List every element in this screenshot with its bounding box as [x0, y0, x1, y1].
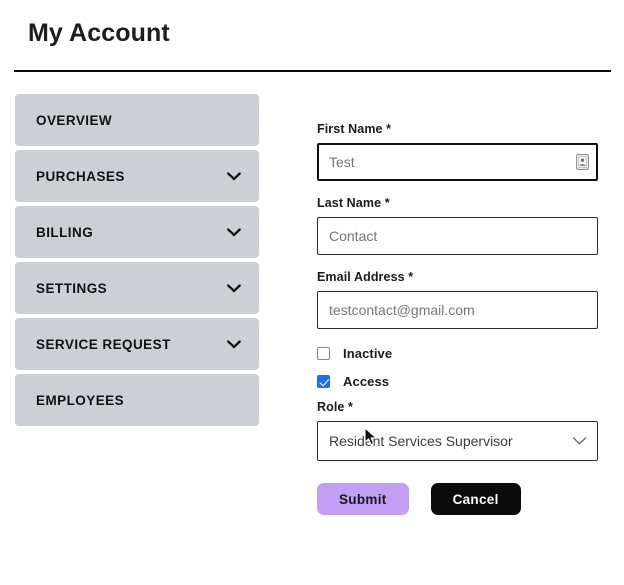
- last-name-label: Last Name *: [317, 196, 390, 210]
- sidebar-item-purchases[interactable]: PURCHASES: [15, 150, 259, 202]
- first-name-label: First Name *: [317, 122, 392, 136]
- access-checkbox[interactable]: [317, 374, 330, 388]
- chevron-down-icon: [227, 339, 241, 348]
- sidebar-item-billing[interactable]: BILLING: [15, 206, 259, 258]
- chevron-down-icon: [227, 171, 241, 180]
- sidebar-item-service-request[interactable]: SERVICE REQUEST: [15, 318, 259, 370]
- sidebar-item-label: SERVICE REQUEST: [36, 336, 171, 352]
- access-checkbox-label: Access: [343, 373, 390, 389]
- inactive-checkbox-label: Inactive: [343, 345, 393, 361]
- sidebar-item-overview[interactable]: OVERVIEW: [15, 94, 259, 146]
- role-select[interactable]: Resident Services Supervisor: [317, 421, 598, 461]
- inactive-checkbox-row[interactable]: Inactive: [317, 344, 598, 362]
- chevron-down-icon: [227, 227, 241, 236]
- last-name-field-wrap: [317, 217, 598, 255]
- role-select-value: Resident Services Supervisor: [329, 433, 513, 449]
- role-label: Role *: [317, 400, 354, 414]
- my-account-page: My Account OVERVIEW PURCHASES BILLING SE…: [0, 0, 624, 585]
- sidebar-item-label: PURCHASES: [36, 168, 125, 184]
- page-title: My Account: [28, 19, 170, 47]
- first-name-field-wrap: [317, 143, 598, 181]
- account-form: First Name * Last Name * Email Address *…: [317, 122, 598, 515]
- submit-button[interactable]: Submit: [317, 483, 409, 515]
- sidebar-item-label: SETTINGS: [36, 280, 108, 296]
- sidebar-item-label: OVERVIEW: [36, 112, 113, 128]
- cancel-button[interactable]: Cancel: [430, 483, 521, 515]
- header-divider: [14, 70, 611, 72]
- access-checkbox-row[interactable]: Access: [317, 372, 598, 390]
- last-name-input[interactable]: [317, 217, 598, 255]
- email-input[interactable]: [317, 291, 598, 329]
- sidebar-item-settings[interactable]: SETTINGS: [15, 262, 259, 314]
- first-name-input[interactable]: [317, 143, 598, 181]
- sidebar-item-employees[interactable]: EMPLOYEES: [15, 374, 259, 426]
- sidebar-item-label: EMPLOYEES: [36, 392, 125, 408]
- form-actions: Submit Cancel: [317, 483, 598, 515]
- inactive-checkbox[interactable]: [317, 346, 330, 360]
- email-label: Email Address *: [317, 270, 414, 284]
- sidebar-nav: OVERVIEW PURCHASES BILLING SETTINGS SERV…: [15, 94, 259, 430]
- chevron-down-icon: [227, 283, 241, 292]
- sidebar-item-label: BILLING: [36, 224, 94, 240]
- role-select-wrap: Resident Services Supervisor: [317, 421, 598, 461]
- email-field-wrap: [317, 291, 598, 329]
